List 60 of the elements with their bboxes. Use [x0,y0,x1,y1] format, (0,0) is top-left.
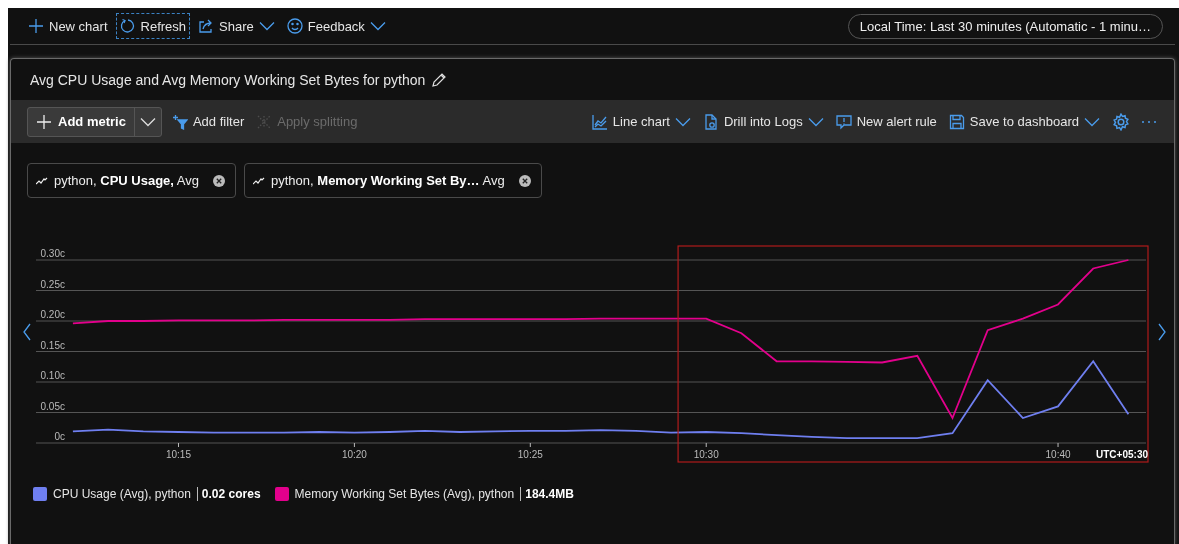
save-icon [948,113,965,130]
plus-icon [28,18,44,34]
chevron-down-icon [1084,116,1100,127]
y-axis-label: 0.15c [40,339,65,351]
y-axis-label: 0.10c [40,370,65,381]
legend-label: CPU Usage (Avg), python [53,487,191,501]
line-chart-icon [591,113,608,130]
y-axis-label: 0.20c [40,309,65,320]
refresh-icon [119,18,136,34]
y-axis-label: 0.05c [40,400,65,412]
settings-button[interactable] [1110,112,1132,131]
settings-icon [1112,112,1130,131]
x-axis-label: 10:25 [517,449,543,460]
timezone-label: UTC+05:30 [1096,449,1148,460]
toolbar-button[interactable]: Refresh [115,13,191,39]
chevron-down-icon [369,21,386,31]
chevron-down-icon [674,116,691,127]
x-axis-label: 10:30 [693,449,719,460]
filter-icon [171,113,188,130]
alert-icon [835,113,852,130]
more-button[interactable] [1140,120,1158,123]
chart-title: Avg CPU Usage and Avg Memory Working Set Bytes for python [30,71,426,88]
selection-rectangle[interactable] [677,245,1149,463]
toolbar-button[interactable]: Add filter [169,113,247,130]
pencil-icon[interactable] [431,71,448,88]
toolbar-button[interactable]: New alert rule [833,113,939,130]
legend-label: Memory Working Set Bytes (Avg), python [294,487,515,501]
add-metric-split-button[interactable]: Add metric [27,106,162,137]
chevron-left-icon[interactable] [23,323,31,341]
chevron-down-icon [807,116,824,127]
line-icon [36,176,48,185]
more-icon [1142,120,1156,123]
toolbar-button[interactable]: Feedback [282,13,390,39]
x-axis-label: 10:15 [165,449,191,460]
y-axis-label: 0.30c [40,248,65,259]
legend-value: 184.4MB [520,487,574,501]
y-axis-label: 0c [54,431,65,442]
toolbar-button[interactable]: Share [194,13,279,39]
metric-pill[interactable]: python, CPU Usage, Avg [27,163,237,198]
toolbar-button[interactable]: Save to dashboard [946,113,1102,130]
splitting-icon [256,113,273,130]
chevron-down-icon [258,21,275,31]
share-icon [198,18,215,34]
close-icon[interactable] [213,174,226,187]
metric-pill[interactable]: python, Memory Working Set By… Avg [244,163,542,198]
close-icon[interactable] [518,174,531,187]
y-axis-label: 0.25c [40,278,65,290]
document-icon [702,113,719,130]
smiley-icon [286,18,303,34]
plus-icon [36,113,52,130]
toolbar-button[interactable]: New chart [24,13,112,39]
x-axis-label: 10:20 [341,449,367,460]
chevron-right-icon[interactable] [1158,323,1166,341]
toolbar-button[interactable]: Drill into Logs [700,113,826,130]
line-icon [253,176,266,185]
toolbar-button[interactable]: Line chart [589,113,693,130]
time-range-button[interactable]: Local Time: Last 30 minutes (Automatic - 1 minu… [847,13,1163,39]
legend-value: 0.02 cores [196,487,261,501]
chevron-down-icon [139,116,156,127]
x-axis-label: 10:40 [1045,449,1071,460]
